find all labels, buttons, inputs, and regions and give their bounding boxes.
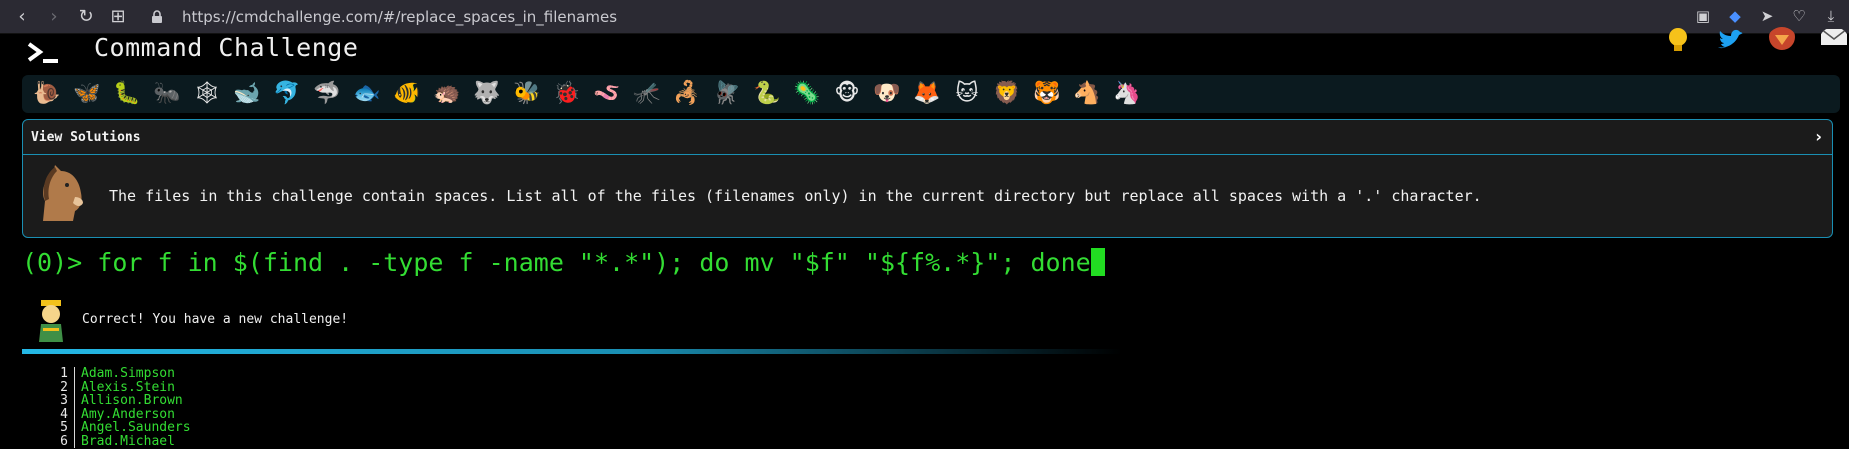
ant-icon[interactable]: 🐜 [150, 78, 184, 110]
shield-icon[interactable]: ◆ [1725, 6, 1745, 26]
output-line: Amy.Anderson [81, 406, 175, 422]
heart-icon[interactable]: ♡ [1789, 6, 1809, 26]
challenge-description: The files in this challenge contain spac… [109, 187, 1482, 205]
dog-icon[interactable]: 🐶 [870, 78, 904, 110]
line-number: 2 [40, 380, 75, 394]
lightbulb-icon[interactable] [1663, 27, 1693, 55]
spider-web-icon[interactable]: 🕸 [190, 78, 224, 110]
page-title: Command Challenge [94, 33, 359, 62]
screenshot-icon[interactable]: ▣ [1693, 6, 1713, 26]
bee-icon[interactable]: 🐝 [510, 78, 544, 110]
output-row: 4 Amy.Anderson [40, 406, 191, 422]
output-row: 1 Adam.Simpson [40, 367, 191, 381]
wolf-icon[interactable]: 🐺 [470, 78, 504, 110]
line-number: 3 [40, 394, 75, 408]
snake-icon[interactable]: 🐍 [750, 78, 784, 110]
hedgehog-icon[interactable]: 🦔 [430, 78, 464, 110]
tropical-fish-icon[interactable]: 🐠 [390, 78, 424, 110]
shark-icon[interactable]: 🦈 [310, 78, 344, 110]
scorpion-icon[interactable]: 🦂 [670, 78, 704, 110]
horse-icon[interactable]: 🐴 [1070, 78, 1104, 110]
output-row: 6 Brad.Michael [40, 433, 191, 449]
level-strip: 🐌 🦋 🐛 🐜 🕸 🐋 🐬 🦈 🐟 🐠 🦔 🐺 🐝 🐞 🪱 🦟 🦂 🪰 🐍 🦠 … [22, 75, 1840, 113]
whale-icon[interactable]: 🐋 [230, 78, 264, 110]
lion-icon[interactable]: 🦁 [990, 78, 1024, 110]
mosquito-icon[interactable]: 🦟 [630, 78, 664, 110]
output-row: 3 Allison.Brown [40, 394, 191, 408]
mail-icon[interactable] [1819, 27, 1849, 55]
fish-icon[interactable]: 🐟 [350, 78, 384, 110]
send-icon[interactable]: ➤ [1757, 6, 1777, 26]
browser-toolbar: ‹ › ↻ ⊞ https://cmdchallenge.com/#/repla… [0, 0, 1849, 34]
caterpillar-icon[interactable]: 🐛 [110, 78, 144, 110]
output-line: Alexis.Stein [81, 379, 175, 395]
site-header: Command Challenge [0, 27, 1849, 73]
terminal-logo-icon[interactable] [26, 39, 62, 67]
lock-icon [152, 9, 162, 23]
output-listing: 1 Adam.Simpson 2 Alexis.Stein 3 Allison.… [40, 367, 191, 448]
horse-avatar-icon [43, 165, 83, 221]
view-solutions-label: View Solutions [31, 129, 141, 145]
command-prompt: (0)> [22, 248, 83, 277]
fly-icon[interactable]: 🪰 [710, 78, 744, 110]
tiger-icon[interactable]: 🐯 [1030, 78, 1064, 110]
line-number: 6 [40, 434, 75, 448]
result-message: Correct! You have a new challenge! [82, 312, 349, 327]
view-solutions-header[interactable]: View Solutions › [23, 120, 1832, 155]
chevron-right-icon[interactable]: › [1815, 127, 1822, 146]
forward-icon[interactable]: › [44, 6, 64, 27]
back-icon[interactable]: ‹ [12, 6, 32, 27]
ladybug-icon[interactable]: 🐞 [550, 78, 584, 110]
twitter-icon[interactable] [1715, 27, 1745, 55]
microbe-icon[interactable]: 🦠 [790, 78, 824, 110]
butterfly-icon[interactable]: 🦋 [70, 78, 104, 110]
line-number: 4 [40, 407, 75, 421]
cat-icon[interactable]: 🐱 [950, 78, 984, 110]
tabs-grid-icon[interactable]: ⊞ [108, 6, 128, 27]
output-line: Angel.Saunders [81, 420, 191, 435]
address-bar[interactable]: https://cmdchallenge.com/#/replace_space… [182, 8, 617, 26]
monkey-icon[interactable]: 🐵 [830, 78, 864, 110]
unicorn-icon[interactable]: 🦄 [1110, 78, 1144, 110]
mascot-icon [39, 300, 63, 342]
command-input[interactable]: (0)> for f in $(find . -type f -name "*.… [22, 248, 1105, 277]
snail-icon[interactable]: 🐌 [30, 78, 64, 110]
output-line: Adam.Simpson [81, 366, 175, 381]
challenge-panel: View Solutions › The files in this chall… [22, 119, 1833, 238]
result-divider [22, 349, 1122, 354]
output-row: 2 Alexis.Stein [40, 379, 191, 395]
text-cursor [1090, 248, 1105, 276]
dolphin-icon[interactable]: 🐬 [270, 78, 304, 110]
gitlab-icon[interactable] [1767, 27, 1797, 55]
line-number: 1 [40, 367, 75, 381]
output-row: 5 Angel.Saunders [40, 421, 191, 435]
reload-icon[interactable]: ↻ [76, 6, 96, 27]
line-number: 5 [40, 421, 75, 435]
command-text: for f in $(find . -type f -name "*.*"); … [97, 248, 1091, 277]
output-line: Brad.Michael [81, 433, 175, 449]
output-line: Allison.Brown [81, 393, 183, 408]
fox-icon[interactable]: 🦊 [910, 78, 944, 110]
downloads-icon[interactable]: ⤓ [1821, 6, 1841, 26]
worm-icon[interactable]: 🪱 [590, 78, 624, 110]
